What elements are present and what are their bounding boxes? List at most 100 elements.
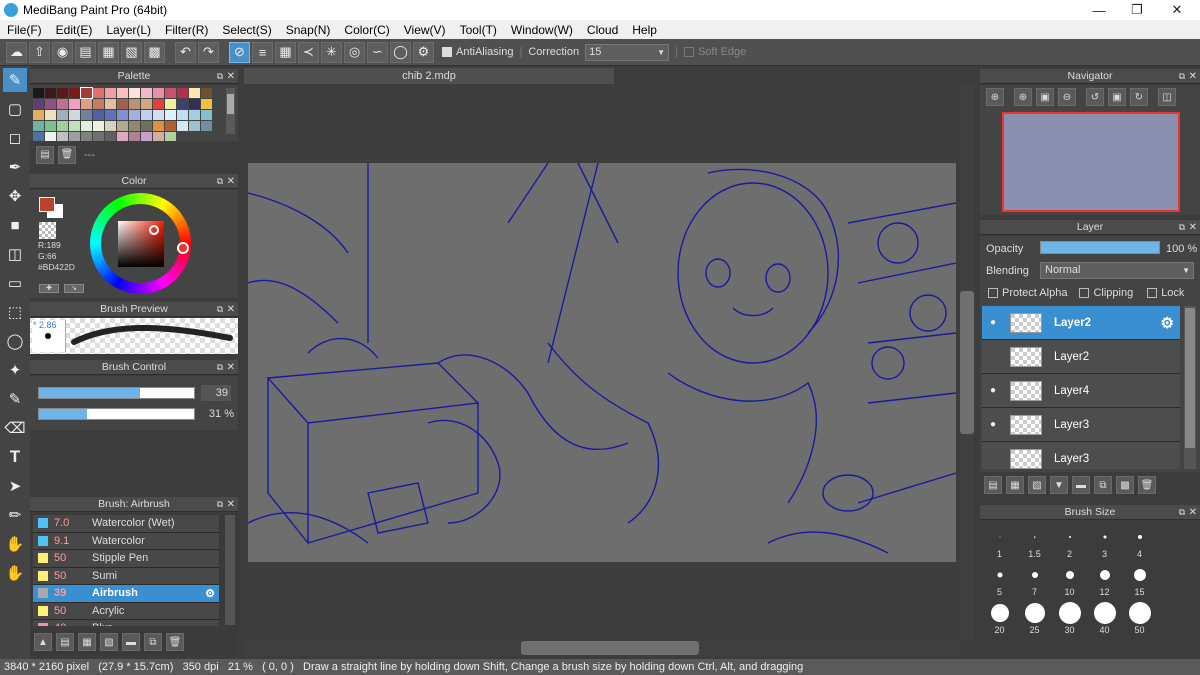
close-icon[interactable]: ✕ [227,174,235,189]
palette-swatch[interactable] [57,121,68,131]
palette-swatch[interactable] [189,110,200,120]
palette-swatch[interactable] [165,99,176,109]
brush-size-option[interactable]: 3 [1087,523,1122,561]
grid-snap-icon[interactable]: ▦ [275,41,296,63]
palette-swatch[interactable] [165,110,176,120]
trash-icon[interactable]: 🗑 [166,633,184,651]
palette-swatch[interactable] [105,99,116,109]
palette-scrollbar[interactable] [226,88,235,134]
brush-size-option[interactable]: 1 [982,523,1017,561]
close-icon[interactable]: ✕ [227,360,235,375]
palette-swatch[interactable] [80,87,93,99]
document-tab[interactable]: chib 2.mdp [244,68,614,84]
palette-swatch[interactable] [153,110,164,120]
palette-swatch[interactable] [141,121,152,131]
pen-tool-icon[interactable]: ✒ [3,155,27,179]
operation-tool-icon[interactable]: ➤ [3,474,27,498]
document-icon[interactable]: ▦ [98,41,119,63]
palette-swatch[interactable] [93,110,104,120]
palette-swatch[interactable] [105,110,116,120]
palette-swatch[interactable] [201,110,212,120]
text-tool-icon[interactable]: T [3,445,27,469]
palette-swatch[interactable] [177,99,188,109]
curve-snap-icon[interactable]: ∽ [367,41,388,63]
float-icon[interactable]: ⧉ [217,497,223,512]
close-icon[interactable]: ✕ [227,302,235,317]
bucket-tool-icon[interactable]: ◫ [3,242,27,266]
gear-icon[interactable]: ⚙ [413,41,434,63]
float-icon[interactable]: ⧉ [217,69,223,84]
palette-swatch[interactable] [93,121,104,131]
close-button[interactable]: ✕ [1160,0,1194,20]
zoom-in-2-icon[interactable]: ⊕ [1014,88,1032,106]
new-layer-icon[interactable]: ▤ [984,476,1002,494]
palette-swatch[interactable] [69,88,80,98]
magic-wand-icon[interactable]: ✦ [3,358,27,382]
brush-size-option[interactable]: 10 [1052,561,1087,599]
palette-swatch[interactable] [129,121,140,131]
transparent-swatch[interactable] [39,222,56,239]
fill-rect-tool-icon[interactable]: ■ [3,213,27,237]
horizontal-scrollbar[interactable] [244,641,960,655]
menu-window[interactable]: Window(W) [504,23,580,37]
brush-list-scrollbar[interactable] [225,515,235,625]
brush-size-option[interactable]: 7 [1017,561,1052,599]
palette-swatch[interactable] [177,121,188,131]
snap-off-icon[interactable]: ⊘ [229,41,250,63]
menu-tool[interactable]: Tool(T) [453,23,504,37]
palette-swatch[interactable] [33,99,44,109]
layer-opacity-slider[interactable] [1040,241,1160,254]
palette-swatch[interactable] [129,88,140,98]
menu-layer[interactable]: Layer(L) [99,23,158,37]
palette-swatch[interactable] [33,88,44,98]
brush-size-option[interactable]: 5 [982,561,1017,599]
comment-icon[interactable]: ◉ [52,41,73,63]
select-pen-icon[interactable]: ✎ [3,387,27,411]
move-tool-icon[interactable]: ✥ [3,184,27,208]
blending-select[interactable]: Normal ▼ [1040,262,1194,279]
palette-swatch[interactable] [177,88,188,98]
concentric-snap-icon[interactable]: ◎ [344,41,365,63]
layer-row[interactable]: Layer3 [982,442,1180,469]
palette-swatch[interactable] [141,88,152,98]
brush-list-item[interactable]: 50 Stipple Pen [33,550,219,568]
canvas[interactable] [248,163,956,562]
perspective-snap-icon[interactable]: ≺ [298,41,319,63]
minimize-button[interactable]: — [1082,0,1116,20]
palette-swatch[interactable] [141,99,152,109]
palette-swatch[interactable] [153,99,164,109]
parallel-snap-icon[interactable]: ≡ [252,41,273,63]
undo-icon[interactable]: ↶ [175,41,196,63]
brush-size-option[interactable]: 2 [1052,523,1087,561]
brush-size-option[interactable]: 50 [1122,599,1157,637]
palette-swatch[interactable] [201,99,212,109]
ellipse-snap-icon[interactable]: ◯ [390,41,411,63]
zoom-out-icon[interactable]: ⊖ [1058,88,1076,106]
select-eraser-icon[interactable]: ⌫ [3,416,27,440]
palette-swatch[interactable] [57,99,68,109]
palette-swatch[interactable] [201,121,212,131]
palette-swatch[interactable] [69,121,80,131]
brush-list-item[interactable]: 50 Acrylic [33,602,219,620]
palette-swatch[interactable] [93,99,104,109]
float-icon[interactable]: ⧉ [217,174,223,189]
brush-list-item[interactable]: 39 Airbrush ⚙ [33,585,219,603]
trash-icon[interactable]: 🗑 [58,145,76,164]
folder-icon[interactable]: ▬ [122,633,140,651]
float-icon[interactable]: ⧉ [217,302,223,317]
palette-swatch[interactable] [117,121,128,131]
radial-snap-icon[interactable]: ✳ [321,41,342,63]
visibility-icon[interactable]: ● [982,419,1004,430]
brush-size-slider[interactable] [38,387,195,399]
close-icon[interactable]: ✕ [1189,220,1197,235]
protect-alpha-checkbox[interactable] [988,288,998,298]
menu-view[interactable]: View(V) [397,23,453,37]
palette-swatch[interactable] [33,121,44,131]
rotate-left-icon[interactable]: ↺ [1086,88,1104,106]
menu-cloud[interactable]: Cloud [580,23,625,37]
layer-row[interactable]: ● Layer4 [982,374,1180,408]
float-icon[interactable]: ⧉ [217,360,223,375]
brush-settings-icon[interactable]: ▧ [100,633,118,651]
float-icon[interactable]: ⧉ [1179,220,1185,235]
menu-filter[interactable]: Filter(R) [158,23,215,37]
